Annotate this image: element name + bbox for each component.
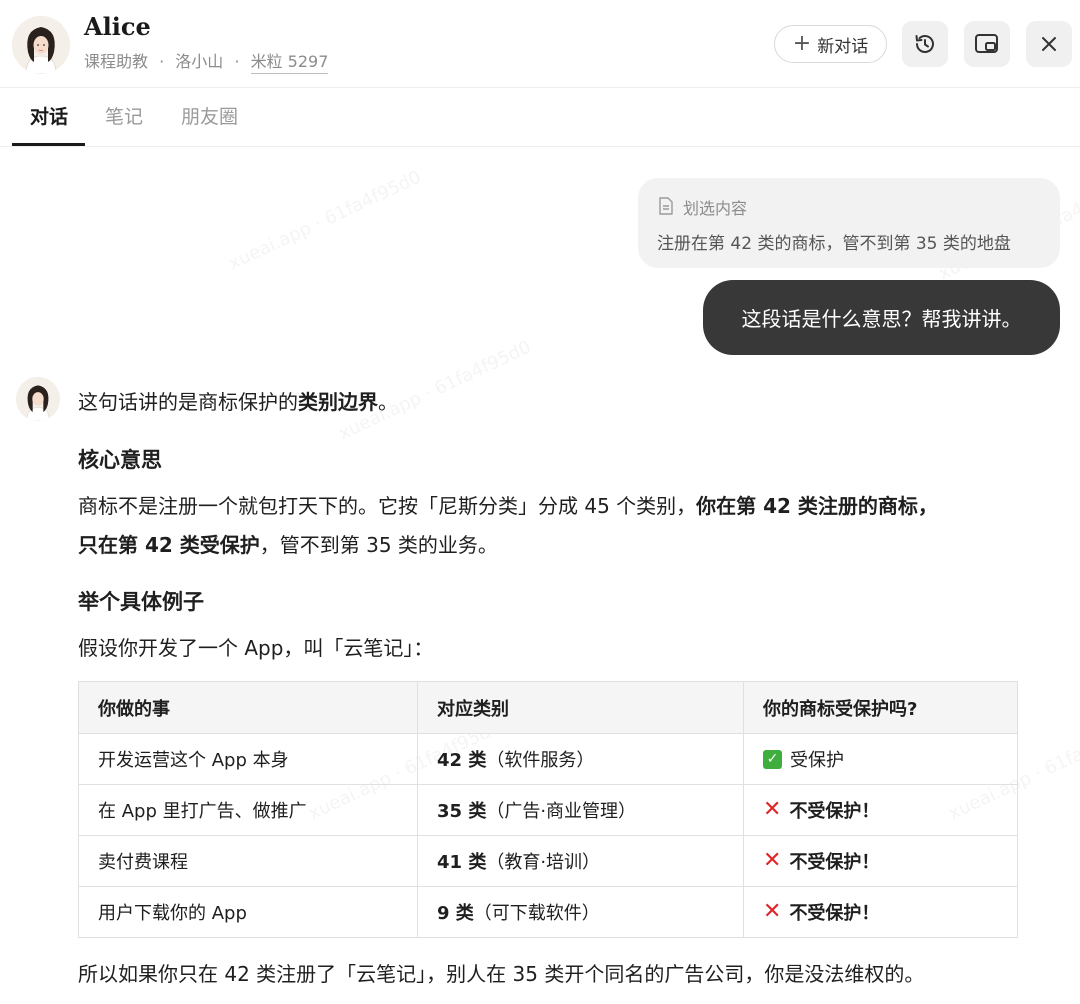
column-header: 你做的事	[98, 698, 170, 720]
column-header: 你的商标受保护吗?	[743, 682, 1017, 733]
paragraph-line: 商标不是注册一个就包打天下的。它按「尼斯分类」分成 45 个类别，你在第 42 …	[78, 490, 938, 519]
section-heading: 核心意思	[78, 448, 162, 472]
paragraph-line: 只在第 42 类受保护，管不到第 35 类的业务。	[78, 529, 498, 558]
watermark: xueai.app · 61fa4f95d0	[225, 167, 424, 275]
category-number: 9 类	[437, 903, 474, 924]
status-text: 受保护	[790, 750, 844, 771]
table-row: 卖付费课程 41 类（教育·培训） ✕ 不受保护！	[79, 835, 1017, 886]
role-label: 课程助教	[84, 52, 149, 71]
paragraph-bold: 只在第 42 类受保护	[78, 533, 260, 557]
status-text: 不受保护！	[789, 852, 880, 873]
owner-label: 洛小山	[175, 52, 224, 71]
conclusion-text: 所以如果你只在 42 类注册了「云笔记」，别人在 35 类开个同名的广告公司，你…	[78, 962, 925, 986]
selection-text: 注册在第 42 类的商标，管不到第 35 类的地盘	[657, 234, 1011, 254]
category-number: 42 类	[437, 750, 487, 771]
history-button[interactable]	[902, 21, 948, 67]
selection-quote-card: 划选内容 注册在第 42 类的商标，管不到第 35 类的地盘	[638, 178, 1060, 268]
category-number: 41 类	[437, 852, 487, 873]
table-header-row: 你做的事 对应类别 你的商标受保护吗?	[79, 682, 1017, 733]
action-cell: 用户下载你的 App	[98, 903, 247, 924]
avatar[interactable]	[12, 16, 70, 74]
status-text: 不受保护！	[789, 801, 880, 822]
paragraph-line: 假设你开发了一个 App，叫「云笔记」：	[78, 636, 434, 660]
category-desc: （教育·培训）	[486, 852, 601, 873]
action-cell: 开发运营这个 App 本身	[98, 750, 289, 771]
separator: ·	[159, 52, 165, 71]
category-table: 你做的事 对应类别 你的商标受保护吗? 开发运营这个 App 本身 42 类（软…	[78, 681, 1018, 938]
status-cell: ✕ 不受保护！	[743, 836, 1017, 886]
cross-icon: ✕	[763, 848, 782, 873]
user-message-bubble: 这段话是什么意思？帮我讲讲。	[703, 280, 1060, 355]
category-desc: （广告·商业管理）	[486, 801, 637, 822]
tab-notes[interactable]: 笔记	[105, 102, 143, 129]
status-cell: ✕ 不受保护！	[743, 785, 1017, 835]
tab-chat[interactable]: 对话	[30, 102, 68, 129]
page-title: Alice	[84, 12, 151, 41]
section-heading: 举个具体例子	[78, 590, 204, 614]
window-mode-button[interactable]	[964, 21, 1010, 67]
assistant-avatar	[16, 377, 60, 421]
window-icon	[975, 34, 998, 53]
close-button[interactable]	[1026, 21, 1072, 67]
new-chat-button[interactable]: + 新对话	[774, 25, 887, 63]
tab-moments[interactable]: 朋友圈	[181, 102, 238, 129]
intro-bold: 类别边界	[298, 390, 378, 414]
new-chat-label: 新对话	[817, 36, 869, 57]
history-icon	[915, 35, 934, 53]
subtitle: 课程助教 · 洛小山 · 米粒 5297	[84, 48, 329, 74]
category-cell: 42 类（软件服务）	[417, 734, 743, 784]
category-cell: 41 类（教育·培训）	[417, 836, 743, 886]
check-icon: ✓	[763, 749, 782, 769]
separator: ·	[234, 52, 240, 71]
tab-bar: 对话 笔记 朋友圈	[0, 88, 1080, 147]
status-cell: ✓ 受保护	[743, 734, 1017, 784]
avatar-portrait	[12, 16, 70, 74]
plus-icon: +	[792, 31, 812, 56]
user-message-text: 这段话是什么意思？帮我讲讲。	[741, 307, 1022, 331]
column-header: 对应类别	[417, 682, 743, 733]
chat-header: Alice 课程助教 · 洛小山 · 米粒 5297 + 新对话	[0, 0, 1080, 88]
avatar-portrait	[16, 377, 60, 421]
category-number: 35 类	[437, 801, 487, 822]
category-desc: （软件服务）	[486, 750, 595, 771]
answer-intro: 这句话讲的是商标保护的类别边界。	[78, 386, 398, 415]
table-row: 在 App 里打广告、做推广 35 类（广告·商业管理） ✕ 不受保护！	[79, 784, 1017, 835]
points-link[interactable]: 米粒 5297	[250, 52, 329, 74]
status-text: 不受保护！	[789, 903, 880, 924]
selection-label: 划选内容	[683, 199, 748, 218]
paragraph-bold: 你在第 42 类注册的商标，	[696, 494, 938, 518]
table-row: 用户下载你的 App 9 类（可下载软件） ✕ 不受保护！	[79, 886, 1017, 937]
category-cell: 9 类（可下载软件）	[417, 887, 743, 937]
close-icon	[1042, 37, 1056, 51]
cross-icon: ✕	[763, 797, 782, 822]
intro-text: 。	[378, 390, 398, 414]
intro-text: 这句话讲的是商标保护的	[78, 390, 298, 414]
paragraph-text: 商标不是注册一个就包打天下的。它按「尼斯分类」分成 45 个类别，	[78, 494, 697, 518]
active-tab-indicator	[12, 143, 85, 146]
table-row: 开发运营这个 App 本身 42 类（软件服务） ✓ 受保护	[79, 733, 1017, 784]
category-cell: 35 类（广告·商业管理）	[417, 785, 743, 835]
category-desc: （可下载软件）	[473, 903, 600, 924]
paragraph-text: ，管不到第 35 类的业务。	[259, 533, 498, 557]
action-cell: 卖付费课程	[98, 852, 188, 873]
cross-icon: ✕	[763, 899, 782, 924]
status-cell: ✕ 不受保护！	[743, 887, 1017, 937]
document-icon	[659, 197, 673, 215]
action-cell: 在 App 里打广告、做推广	[98, 801, 307, 822]
